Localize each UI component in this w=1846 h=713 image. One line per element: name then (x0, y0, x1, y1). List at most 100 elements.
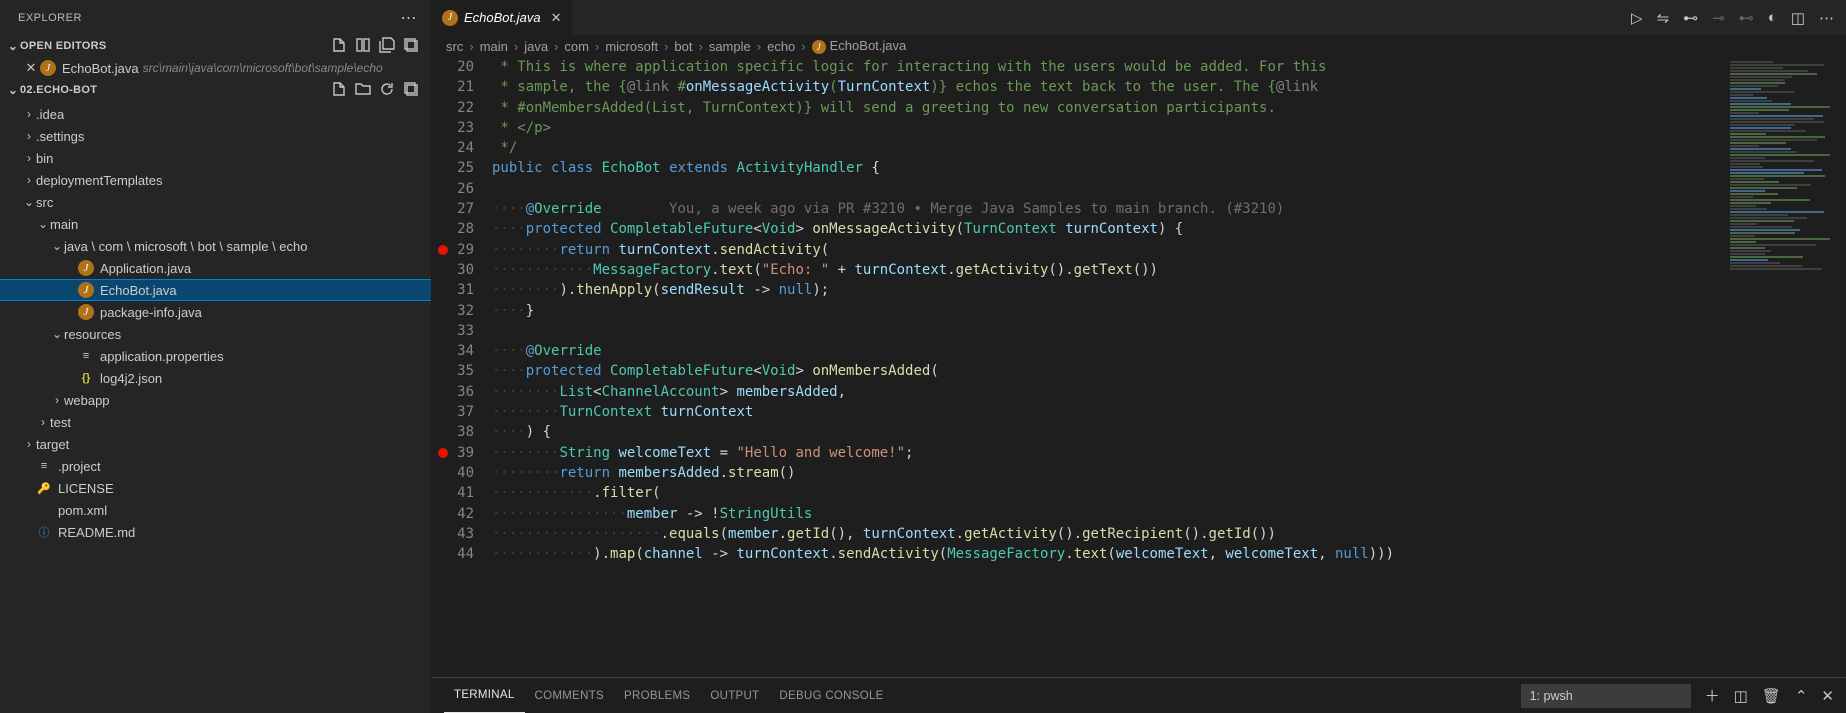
run-icon[interactable]: ▷ (1631, 9, 1643, 27)
panel-tab-comments[interactable]: COMMENTS (525, 678, 614, 713)
tree-label: resources (64, 327, 121, 342)
folder-java-com-microsoft-bot-sample-echo[interactable]: ⌄java \ com \ microsoft \ bot \ sample \… (0, 235, 431, 257)
tree-label: README.md (58, 525, 135, 540)
tree-label: EchoBot.java (100, 283, 177, 298)
info-file-icon: ⓘ (36, 524, 52, 540)
file-echobot-java[interactable]: JEchoBot.java (0, 279, 431, 301)
panel-tab-terminal[interactable]: TERMINAL (444, 678, 525, 713)
tree-label: package-info.java (100, 305, 202, 320)
tree-label: LICENSE (58, 481, 114, 496)
toggle-layout-icon[interactable] (355, 37, 371, 56)
tree-label: java \ com \ microsoft \ bot \ sample \ … (64, 239, 307, 254)
panel-tab-problems[interactable]: PROBLEMS (614, 678, 700, 713)
folder--settings[interactable]: ›.settings (0, 125, 431, 147)
breadcrumb-segment[interactable]: echo (767, 39, 795, 54)
folder-test[interactable]: ›test (0, 411, 431, 433)
project-header[interactable]: ⌄ 02.ECHO-BOT (0, 79, 431, 101)
maximize-panel-icon[interactable]: ⌃ (1795, 687, 1808, 705)
java-file-icon: J (78, 260, 94, 276)
java-file-icon: J (812, 40, 826, 54)
open-changes-icon[interactable]: ◐ (1768, 9, 1777, 27)
file-pom-xml[interactable]: pom.xml (0, 499, 431, 521)
chevron-icon: › (50, 393, 64, 407)
tab-echobot[interactable]: J EchoBot.java ✕ (432, 0, 573, 35)
folder-deploymenttemplates[interactable]: ›deploymentTemplates (0, 169, 431, 191)
breadcrumb-segment[interactable]: microsoft (605, 39, 658, 54)
file-readme-md[interactable]: ⓘ README.md (0, 521, 431, 543)
java-file-icon: J (78, 304, 94, 320)
panel-tab-debug-console[interactable]: DEBUG CONSOLE (769, 678, 893, 713)
split-terminal-icon[interactable]: ◫ (1734, 687, 1748, 705)
explorer-more-icon[interactable]: ⋯ (395, 8, 424, 28)
tree-label: bin (36, 151, 53, 166)
xml-file-icon (36, 502, 52, 518)
compare-changes-icon[interactable]: ⇋ (1657, 9, 1670, 27)
tree-label: pom.xml (58, 503, 107, 518)
new-file-icon[interactable] (331, 81, 347, 100)
breadcrumb-segment[interactable]: com (564, 39, 589, 54)
file--project[interactable]: ≡.project (0, 455, 431, 477)
editor-area: J EchoBot.java ✕ ▷ ⇋ ⊷ ⊸ ⊷ ◐ ◫ ⋯ src›mai… (432, 0, 1846, 713)
breadcrumb-segment[interactable]: sample (709, 39, 751, 54)
tree-label: main (50, 217, 78, 232)
tree-label: log4j2.json (100, 371, 162, 386)
folder--idea[interactable]: ›.idea (0, 103, 431, 125)
close-panel-icon[interactable]: ✕ (1821, 687, 1834, 705)
refresh-icon[interactable] (379, 81, 395, 100)
props-file-icon: ≡ (78, 348, 94, 364)
line-gutter[interactable]: 2021222324252627282930313233343536373839… (432, 57, 492, 677)
minimap[interactable] (1726, 57, 1846, 677)
split-editor-icon[interactable]: ◫ (1791, 9, 1805, 27)
breadcrumb-segment[interactable]: JEchoBot.java (812, 38, 907, 54)
file-package-info-java[interactable]: Jpackage-info.java (0, 301, 431, 323)
new-file-icon[interactable] (331, 37, 347, 56)
breadcrumb-segment[interactable]: src (446, 39, 463, 54)
java-file-icon: J (40, 60, 56, 76)
file-license[interactable]: 🔑 LICENSE (0, 477, 431, 499)
tree-label: Application.java (100, 261, 191, 276)
folder-target[interactable]: ›target (0, 433, 431, 455)
open-editor-path: src\main\java\com\microsoft\bot\sample\e… (143, 61, 383, 75)
close-icon[interactable]: ✕ (551, 10, 562, 26)
file-application-java[interactable]: J Application.java (0, 257, 431, 279)
chevron-icon: ⌄ (22, 195, 36, 209)
code-content[interactable]: * This is where application specific log… (492, 57, 1726, 677)
breadcrumb-segment[interactable]: bot (674, 39, 692, 54)
folder-bin[interactable]: ›bin (0, 147, 431, 169)
file-log4j2-json[interactable]: {}log4j2.json (0, 367, 431, 389)
new-folder-icon[interactable] (355, 81, 371, 100)
save-all-icon[interactable] (379, 37, 395, 56)
chevron-down-icon: ⌄ (6, 39, 20, 53)
new-terminal-icon[interactable]: ＋ (1705, 685, 1720, 706)
breadcrumb-segment[interactable]: java (524, 39, 548, 54)
open-editor-item[interactable]: ✕ J EchoBot.java src\main\java\com\micro… (0, 57, 431, 79)
chevron-icon: › (22, 107, 36, 121)
tree-label: src (36, 195, 53, 210)
tree-label: test (50, 415, 71, 430)
folder-main[interactable]: ⌄main (0, 213, 431, 235)
chevron-icon: › (22, 173, 36, 187)
more-actions-icon[interactable]: ⋯ (1819, 9, 1834, 27)
chevron-icon: ⌄ (36, 217, 50, 231)
collapse-all-icon[interactable] (403, 81, 419, 100)
open-editors-header[interactable]: ⌄ OPEN EDITORS (0, 35, 431, 57)
breadcrumb-segment[interactable]: main (480, 39, 508, 54)
kill-terminal-icon[interactable]: 🗑 (1762, 687, 1781, 705)
close-icon[interactable]: ✕ (22, 60, 40, 76)
folder-src[interactable]: ⌄src (0, 191, 431, 213)
git-commit-icon[interactable]: ⊷ (1683, 9, 1698, 27)
folder-webapp[interactable]: ›webapp (0, 389, 431, 411)
file-application-properties[interactable]: ≡ application.properties (0, 345, 431, 367)
close-all-icon[interactable] (403, 37, 419, 56)
code-editor[interactable]: 2021222324252627282930313233343536373839… (432, 57, 1846, 677)
terminal-select[interactable]: 1: pwsh (1521, 684, 1691, 708)
tree-label: application.properties (100, 349, 224, 364)
git-next-icon[interactable]: ⊷ (1739, 9, 1754, 27)
license-file-icon: 🔑 (36, 480, 52, 496)
panel-tab-output[interactable]: OUTPUT (700, 678, 769, 713)
chevron-icon: › (22, 129, 36, 143)
git-prev-icon[interactable]: ⊸ (1712, 9, 1725, 27)
chevron-down-icon: ⌄ (6, 83, 20, 97)
folder-resources[interactable]: ⌄resources (0, 323, 431, 345)
breadcrumb[interactable]: src›main›java›com›microsoft›bot›sample›e… (432, 35, 1846, 57)
